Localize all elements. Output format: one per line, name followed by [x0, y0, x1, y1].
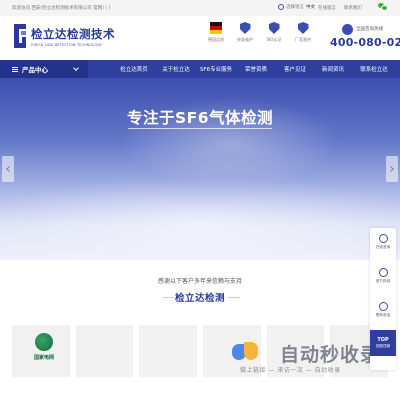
globe-icon	[278, 4, 284, 10]
top-link-message[interactable]: 在线留言	[318, 5, 336, 11]
client-name: 国家电网	[33, 355, 54, 361]
banner-prev-button[interactable]	[2, 156, 14, 182]
germany-flag-icon	[210, 22, 222, 34]
watermark-brand: 自动秒收录	[280, 344, 381, 366]
badge-iso: ISO认证	[264, 22, 284, 43]
banner-divider	[128, 128, 272, 129]
hotline-number: 400-080-0239	[330, 36, 400, 49]
wechat-icon[interactable]	[378, 3, 388, 11]
hero-banner: 专注于SF6气体检测	[0, 78, 400, 260]
phone-icon	[342, 24, 353, 35]
menu-icon	[12, 66, 18, 72]
section-title: 检立达检测	[174, 293, 225, 304]
language-value: 中文	[306, 5, 315, 10]
badge-label: 终身维护	[237, 37, 253, 42]
nav-item-testimonials[interactable]: 客户见证	[276, 65, 314, 73]
shield-icon	[268, 22, 280, 34]
chevron-right-icon	[388, 166, 394, 172]
badge-factory-direct: 厂家直供	[293, 22, 313, 43]
language-label: 选择语言	[286, 5, 304, 10]
back-to-top-button[interactable]: TOP 回到顶部	[370, 330, 396, 356]
title-divider-right	[228, 297, 240, 298]
client-card[interactable]	[139, 325, 198, 377]
language-selector[interactable]: 选择语言 中文	[278, 4, 315, 10]
badge-lifetime-maintenance: 终身维护	[235, 22, 255, 43]
nav-item-honors[interactable]: 荣誉资质	[236, 65, 276, 73]
watermark-slogan: 做上链接 — 来访一次 — 自动收录	[240, 367, 341, 374]
top-link-contact[interactable]: 联系我们	[344, 5, 362, 11]
chevron-down-icon	[73, 65, 79, 71]
shield-icon	[239, 22, 251, 34]
site-logo[interactable]: 检立达检测技术 CHECK LIDA DETECTION TECHNOLOGY	[12, 22, 115, 50]
logo-mark-icon	[12, 22, 28, 50]
headset-icon	[378, 234, 388, 243]
sidebar-contact-phone[interactable]: 联系电话	[370, 298, 396, 324]
nav-item-news[interactable]: 新闻资讯	[314, 65, 352, 73]
header: 检立达检测技术 CHECK LIDA DETECTION TECHNOLOGY …	[0, 16, 400, 60]
shield-icon	[297, 22, 309, 34]
client-card[interactable]	[75, 325, 134, 377]
nav-item-contact[interactable]: 联系检立达	[352, 65, 396, 73]
sidebar-online-consult[interactable]: 在线咨询	[370, 230, 396, 256]
logo-text: 检立达检测技术 CHECK LIDA DETECTION TECHNOLOGY	[31, 26, 115, 47]
logo-name: 检立达检测技术	[31, 26, 115, 41]
floating-sidebar: 在线咨询 官方热线 联系电话 TOP 回到顶部	[370, 228, 396, 370]
hotline-label: 全国咨询热线	[356, 27, 383, 32]
top-sublabel: 回到顶部	[375, 344, 391, 348]
watermark-logo-icon	[232, 342, 260, 362]
client-card[interactable]: 国家电网	[12, 325, 70, 377]
nav-item-sf6-service[interactable]: SF6专业服务	[196, 65, 236, 73]
feature-badges: 德国品质 终身维护 ISO认证 厂家直供	[206, 22, 313, 43]
section-subtitle: 感谢以下客户多年来信赖与支持	[157, 278, 242, 285]
nav-items: 检立达首页 关于检立达 SF6专业服务 荣誉资质 客户见证 新闻资讯 联系检立达	[112, 60, 396, 78]
badge-label: ISO认证	[266, 37, 282, 42]
sidebar-official-hotline[interactable]: 官方热线	[370, 264, 396, 290]
chevron-left-icon	[6, 166, 12, 172]
top-bar: 欢迎访问 西安(检立达检测技术有限公司 官网) ( ) 选择语言 中文 在线留言…	[0, 0, 400, 16]
welcome-text: 欢迎访问 西安(检立达检测技术有限公司 官网) ( )	[12, 6, 111, 11]
banner-headline: 专注于SF6气体检测	[126, 109, 274, 127]
top-links: 在线留言 联系我们	[318, 5, 362, 11]
top-label: TOP	[377, 337, 389, 343]
sidebar-label: 联系电话	[375, 313, 391, 317]
watermark: 自动秒收录 做上链接 — 来访一次 — 自动收录	[232, 339, 392, 379]
nav-item-home[interactable]: 检立达首页	[112, 65, 156, 73]
badge-label: 厂家直供	[295, 37, 311, 42]
logo-subtitle: CHECK LIDA DETECTION TECHNOLOGY	[31, 42, 102, 47]
sidebar-label: 官方热线	[375, 279, 391, 283]
sidebar-label: 在线咨询	[375, 245, 391, 249]
mobile-icon	[378, 302, 388, 311]
main-nav: 产品中心 检立达首页 关于检立达 SF6专业服务 荣誉资质 客户见证 新闻资讯 …	[0, 60, 400, 78]
nav-item-about[interactable]: 关于检立达	[156, 65, 196, 73]
banner-next-button[interactable]	[386, 156, 398, 182]
badge-german-quality: 德国品质	[206, 22, 226, 43]
badge-label: 德国品质	[208, 37, 224, 42]
state-grid-logo: 国家电网	[28, 333, 58, 363]
product-center-menu[interactable]: 产品中心	[0, 60, 88, 78]
product-center-label: 产品中心	[22, 66, 48, 74]
page: 欢迎访问 西安(检立达检测技术有限公司 官网) ( ) 选择语言 中文 在线留言…	[0, 0, 400, 400]
phone-icon	[378, 268, 388, 277]
